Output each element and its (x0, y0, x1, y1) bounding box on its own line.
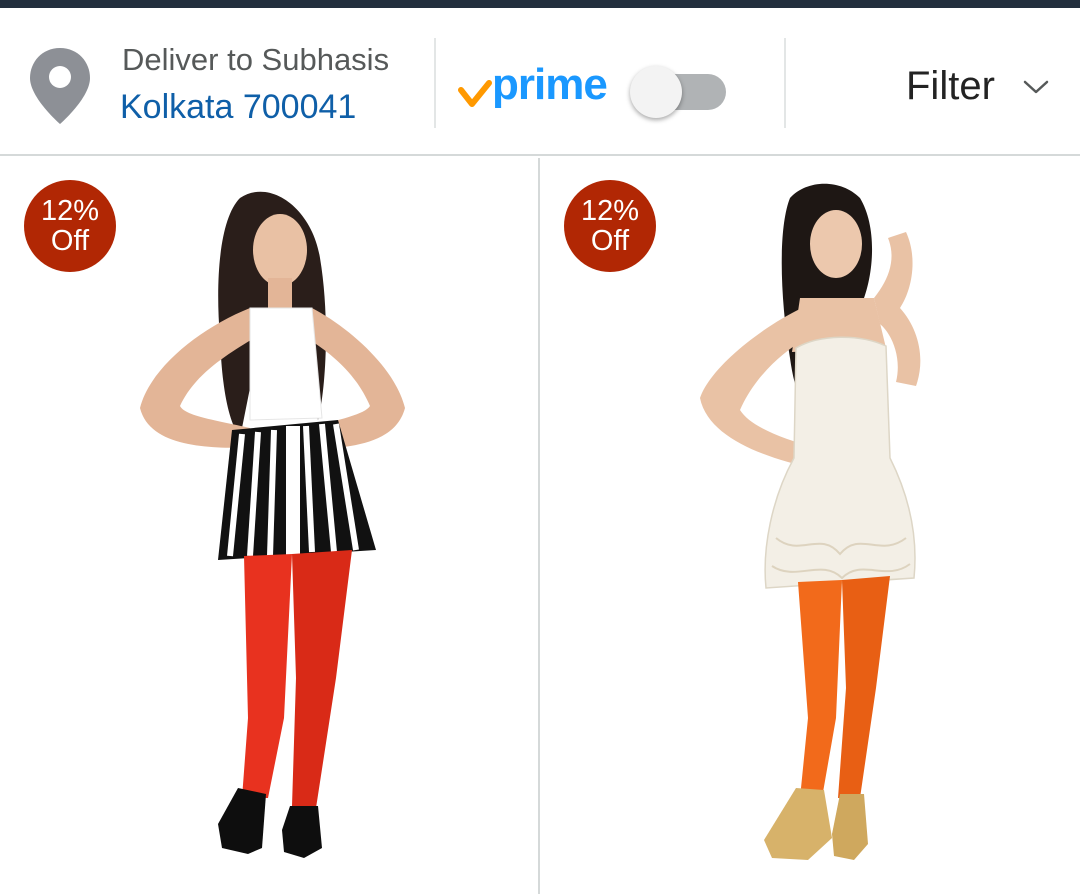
product-card[interactable]: 12% Off (0, 158, 538, 894)
deliver-to-label: Deliver to Subhasis (122, 42, 390, 77)
discount-percent: 12% (40, 195, 100, 227)
top-app-bar (0, 0, 1080, 8)
toggle-knob (630, 66, 682, 118)
discount-badge: 12% Off (24, 180, 116, 272)
discount-badge: 12% Off (564, 180, 656, 272)
deliver-to-location[interactable]: Deliver to Subhasis Kolkata 700041 (24, 38, 424, 134)
delivery-location: Kolkata 700041 (120, 88, 357, 126)
location-pin-icon (30, 48, 90, 124)
prime-label: prime (492, 60, 608, 109)
filter-button[interactable]: Filter (900, 62, 1070, 122)
filter-label: Filter (906, 64, 995, 108)
product-card[interactable]: 12% Off (540, 158, 1080, 894)
discount-off-label: Off (50, 225, 90, 257)
discount-percent: 12% (580, 195, 640, 227)
chevron-down-icon (1023, 80, 1049, 94)
prime-check-icon (458, 80, 492, 107)
column-divider (538, 158, 540, 894)
product-grid: 12% Off 12% Off (0, 158, 1080, 894)
divider (784, 38, 786, 128)
prime-logo: prime (458, 58, 618, 118)
divider (434, 38, 436, 128)
prime-filter-toggle[interactable] (630, 66, 726, 118)
sub-header: Deliver to Subhasis Kolkata 700041 prime… (0, 8, 1080, 156)
discount-off-label: Off (590, 225, 630, 257)
